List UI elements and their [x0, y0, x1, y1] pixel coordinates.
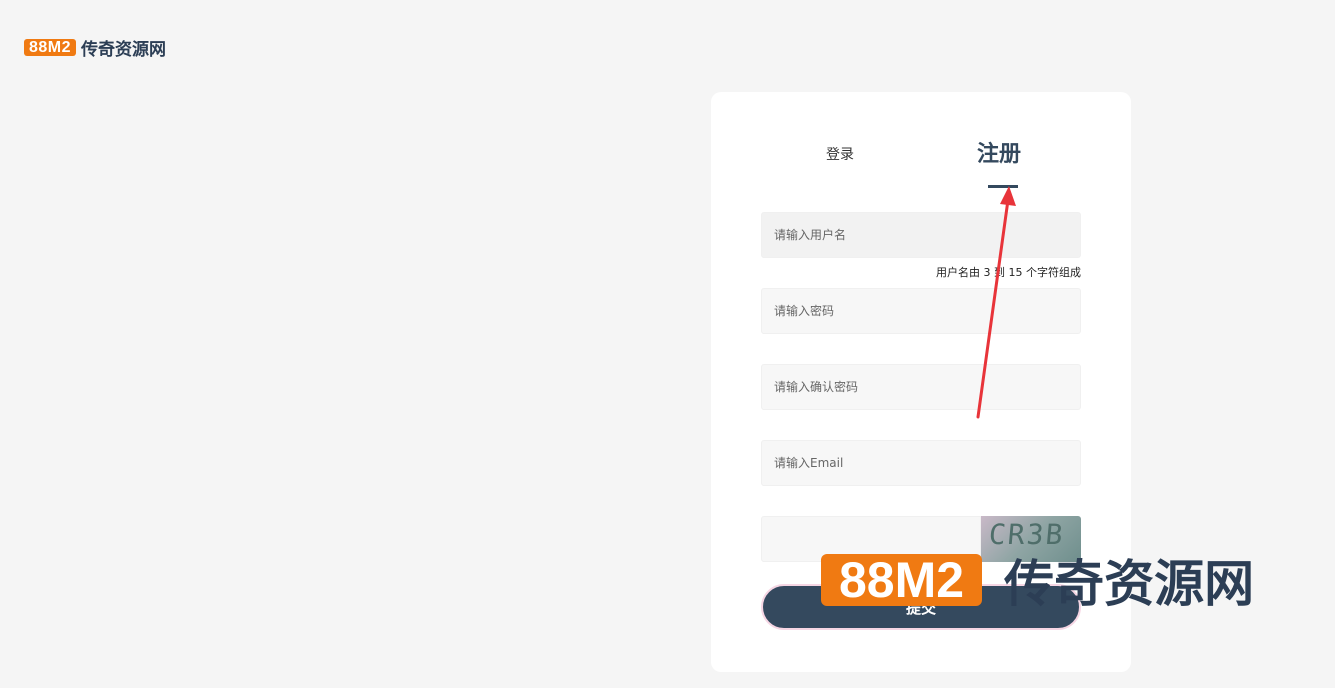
- site-logo[interactable]: 88M2 传奇资源网: [24, 37, 167, 60]
- logo-text: 传奇资源网: [81, 39, 167, 60]
- watermark: 88M2 传奇资源网: [821, 544, 1254, 616]
- confirm-password-input[interactable]: [761, 364, 1081, 410]
- username-input[interactable]: [761, 212, 1081, 258]
- logo-badge: 88M2: [24, 38, 77, 56]
- page: 88M2 传奇资源网 登录 注册 用户名由 3 到 15 个字符组成 CR3B …: [0, 0, 1335, 688]
- active-tab-indicator: [988, 185, 1018, 188]
- email-input[interactable]: [761, 440, 1081, 486]
- watermark-text: 传奇资源网: [1004, 555, 1255, 613]
- tab-register[interactable]: 注册: [977, 136, 1021, 168]
- watermark-badge: 88M2: [821, 554, 983, 606]
- tab-login[interactable]: 登录: [826, 144, 854, 164]
- password-input[interactable]: [761, 288, 1081, 334]
- auth-tabs: 登录 注册: [711, 92, 1131, 192]
- username-hint: 用户名由 3 到 15 个字符组成: [936, 266, 1081, 279]
